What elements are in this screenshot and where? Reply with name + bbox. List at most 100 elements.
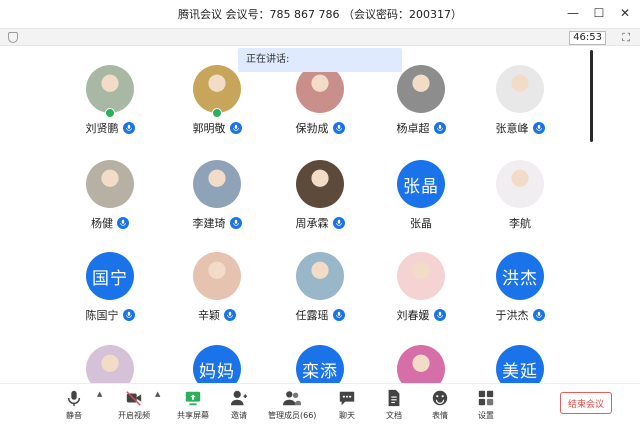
share-screen-button[interactable]: 共享屏幕: [177, 388, 209, 421]
participant-tile[interactable]: 杨健: [55, 160, 165, 245]
avatar-photo: [496, 160, 544, 208]
emoji-button[interactable]: 表情: [430, 388, 450, 421]
emoji-label: 表情: [432, 411, 448, 420]
participant-name: 刘贤鹏: [85, 122, 119, 135]
share-screen-icon: [183, 388, 203, 408]
microphone-icon: [64, 388, 84, 408]
participant-name-row: 辛颖: [162, 307, 272, 323]
microphone-icon: [122, 309, 135, 321]
participant-name-row: 李航: [465, 215, 575, 231]
participant-name-row: 李建琦: [162, 215, 272, 231]
camera-off-icon: [124, 388, 144, 408]
participant-tile[interactable]: 张晶 张晶: [366, 160, 476, 245]
participant-name: 李建琦: [192, 217, 226, 230]
document-icon: [384, 388, 404, 408]
participant-name: 于洪杰: [495, 309, 529, 322]
participant-name: 张意峰: [495, 122, 529, 135]
chat-label: 聊天: [339, 411, 355, 420]
video-button[interactable]: 开启视频: [118, 388, 150, 421]
avatar-initials: 张晶: [397, 160, 445, 208]
participant-tile[interactable]: 杨卓超: [366, 65, 476, 150]
avatar-initials: 洪杰: [496, 252, 544, 300]
avatar-photo: [397, 252, 445, 300]
participant-tile[interactable]: 国宁 陈国宁: [55, 252, 165, 337]
participant-name: 陈国宁: [85, 309, 119, 322]
avatar-photo: [86, 160, 134, 208]
participant-name: 保勃成: [295, 122, 329, 135]
host-badge-icon: [212, 108, 222, 118]
participant-tile[interactable]: 周承霖: [265, 160, 375, 245]
participant-name-row: 郭明敬: [162, 120, 272, 136]
microphone-icon: [332, 122, 345, 134]
participant-name: 李航: [509, 217, 531, 230]
video-options-chevron-icon[interactable]: ▲: [155, 390, 160, 398]
participant-tile[interactable]: 保勃成: [265, 65, 375, 150]
docs-button[interactable]: 文档: [384, 388, 404, 421]
participant-tile[interactable]: 郭明敬: [162, 65, 272, 150]
manage-members-button[interactable]: 管理成员(66): [268, 388, 316, 421]
avatar-photo: [296, 160, 344, 208]
members-icon: [282, 388, 302, 408]
settings-label: 设置: [478, 411, 494, 420]
microphone-icon: [229, 217, 242, 229]
participant-name-row: 杨卓超: [366, 120, 476, 136]
grid-scrollbar[interactable]: [590, 50, 593, 142]
mute-button[interactable]: 静音: [64, 388, 84, 421]
chat-icon: [337, 388, 357, 408]
avatar-photo: [496, 65, 544, 113]
participant-tile[interactable]: 辛颖: [162, 252, 272, 337]
participant-name-row: 任露瑶: [265, 307, 375, 323]
participant-tile[interactable]: 刘贤鹏: [55, 65, 165, 150]
docs-label: 文档: [386, 411, 402, 420]
participant-name: 辛颖: [198, 309, 220, 322]
settings-grid-icon: [476, 388, 496, 408]
participant-tile[interactable]: 刘春媛: [366, 252, 476, 337]
emoji-icon: [430, 388, 450, 408]
participant-name: 杨卓超: [396, 122, 430, 135]
host-badge-icon: [105, 108, 115, 118]
microphone-icon: [532, 122, 545, 134]
participant-tile[interactable]: 张意峰: [465, 65, 575, 150]
participant-name: 任露瑶: [295, 309, 329, 322]
invite-label: 邀请: [231, 411, 247, 420]
avatar-photo: [193, 252, 241, 300]
avatar-photo: [193, 65, 241, 113]
microphone-icon: [332, 309, 345, 321]
participant-tile[interactable]: 李航: [465, 160, 575, 245]
mute-options-chevron-icon[interactable]: ▲: [97, 390, 102, 398]
participant-name-row: 张晶: [366, 215, 476, 231]
participant-name: 周承霖: [295, 217, 329, 230]
participant-tile[interactable]: 任露瑶: [265, 252, 375, 337]
participant-tile[interactable]: 洪杰 于洪杰: [465, 252, 575, 337]
avatar-photo: [296, 252, 344, 300]
end-meeting-button[interactable]: 结束会议: [560, 392, 612, 414]
settings-button[interactable]: 设置: [476, 388, 496, 421]
avatar-photo: [193, 160, 241, 208]
participant-name-row: 于洪杰: [465, 307, 575, 323]
add-user-icon: [229, 388, 249, 408]
microphone-icon: [229, 122, 242, 134]
microphone-icon: [433, 122, 446, 134]
microphone-icon: [532, 309, 545, 321]
participant-name-row: 杨健: [55, 215, 165, 231]
bottom-toolbar: 静音 ▲ 开启视频 ▲ 共享屏幕 邀请 管理成员(66) 聊天 文档 表情 设置…: [0, 383, 640, 427]
avatar-initials: 国宁: [86, 252, 134, 300]
invite-button[interactable]: 邀请: [229, 388, 249, 421]
microphone-icon: [433, 309, 446, 321]
manage-members-label: 管理成员(66): [268, 411, 317, 420]
participant-tile[interactable]: 李建琦: [162, 160, 272, 245]
participant-name: 刘春媛: [396, 309, 430, 322]
avatar-photo: [296, 65, 344, 113]
participant-name-row: 陈国宁: [55, 307, 165, 323]
participant-name: 杨健: [91, 217, 113, 230]
participant-name-row: 刘春媛: [366, 307, 476, 323]
video-label: 开启视频: [118, 411, 150, 420]
microphone-icon: [224, 309, 236, 321]
avatar-photo: [86, 65, 134, 113]
microphone-icon: [117, 217, 129, 229]
chat-button[interactable]: 聊天: [337, 388, 357, 421]
participant-name-row: 刘贤鹏: [55, 120, 165, 136]
avatar-photo: [397, 65, 445, 113]
microphone-icon: [122, 122, 135, 134]
participant-name-row: 张意峰: [465, 120, 575, 136]
